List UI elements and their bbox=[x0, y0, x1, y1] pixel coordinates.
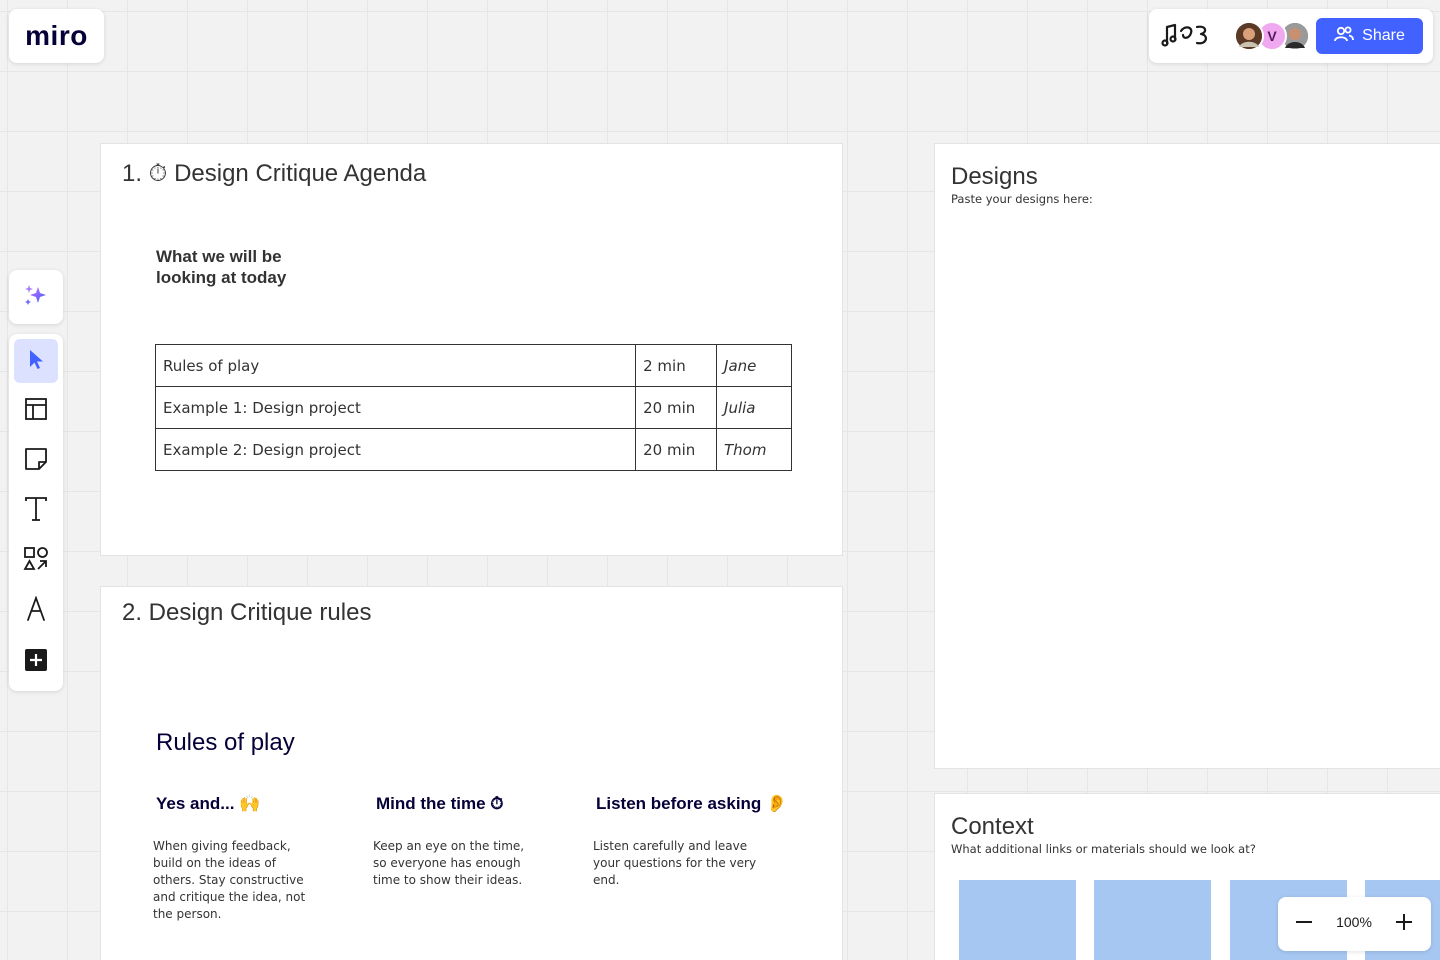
reactions-icon[interactable] bbox=[1161, 19, 1213, 56]
agenda-item: Example 1: Design project bbox=[154, 386, 637, 429]
pen-tool[interactable] bbox=[14, 589, 58, 633]
context-title: Context bbox=[951, 813, 1034, 840]
agenda-presenter: Jane bbox=[716, 344, 792, 387]
designs-title: Designs bbox=[951, 163, 1038, 190]
rule-title: Mind the time ⏱ bbox=[376, 794, 504, 813]
agenda-presenter: Thom bbox=[716, 428, 792, 471]
agenda-item: Rules of play bbox=[154, 344, 637, 387]
agenda-time: 2 min bbox=[635, 344, 718, 387]
shapes-tool[interactable] bbox=[14, 539, 58, 583]
sticky-note[interactable] bbox=[1094, 880, 1211, 960]
layout-icon bbox=[24, 397, 48, 426]
more-tools-button[interactable] bbox=[14, 640, 58, 684]
sticky-note-icon bbox=[24, 447, 48, 476]
miro-logo[interactable]: miro bbox=[9, 9, 104, 63]
agenda-subtitle-line1: What we will be bbox=[156, 247, 282, 266]
table-row[interactable]: Rules of play 2 min Jane bbox=[154, 344, 792, 387]
table-row[interactable]: Example 2: Design project 20 min Thom bbox=[154, 428, 792, 471]
zoom-controls: 100% bbox=[1278, 897, 1431, 951]
designs-frame[interactable] bbox=[934, 143, 1440, 769]
select-tool[interactable] bbox=[14, 339, 58, 383]
templates-tool[interactable] bbox=[14, 389, 58, 433]
share-label: Share bbox=[1362, 27, 1405, 44]
rules-title: 2. Design Critique rules bbox=[122, 599, 372, 626]
designs-subtitle: Paste your designs here: bbox=[951, 192, 1093, 206]
minus-icon bbox=[1295, 913, 1313, 936]
top-right-bar: V Share bbox=[1149, 9, 1433, 63]
context-subtitle: What additional links or materials shoul… bbox=[951, 842, 1256, 856]
share-button[interactable]: Share bbox=[1316, 18, 1423, 54]
users-icon bbox=[1334, 25, 1355, 48]
avatar-initial: V bbox=[1267, 28, 1277, 44]
zoom-in-button[interactable] bbox=[1390, 910, 1418, 938]
text-tool[interactable] bbox=[14, 489, 58, 533]
agenda-presenter: Julia bbox=[716, 386, 792, 429]
agenda-title: 1. ⏱ Design Critique Agenda bbox=[122, 160, 427, 187]
ai-assist-button[interactable] bbox=[9, 270, 63, 324]
zoom-level[interactable]: 100% bbox=[1328, 914, 1380, 930]
table-row[interactable]: Example 1: Design project 20 min Julia bbox=[154, 386, 792, 429]
rule-body: Keep an eye on the time, so everyone has… bbox=[373, 839, 525, 887]
rules-heading: Rules of play bbox=[156, 729, 295, 756]
plus-square-icon bbox=[24, 648, 48, 677]
rule-title: Yes and... 🙌 bbox=[156, 794, 261, 813]
avatar-1[interactable] bbox=[1234, 21, 1264, 51]
agenda-table[interactable]: Rules of play 2 min Jane Example 1: Desi… bbox=[154, 344, 792, 471]
agenda-subtitle: What we will be looking at today bbox=[156, 246, 286, 288]
sticky-note-tool[interactable] bbox=[14, 439, 58, 483]
logo-text: miro bbox=[25, 20, 88, 51]
left-toolbar bbox=[9, 334, 63, 691]
text-icon bbox=[24, 496, 48, 527]
pen-icon bbox=[25, 594, 47, 627]
rule-body: When giving feedback, build on the ideas… bbox=[153, 839, 306, 921]
agenda-subtitle-line2: looking at today bbox=[156, 268, 287, 287]
rule-body: Listen carefully and leave your question… bbox=[593, 839, 757, 887]
rule-title: Listen before asking 👂 bbox=[596, 794, 788, 813]
sparkle-icon bbox=[23, 282, 49, 313]
agenda-time: 20 min bbox=[635, 428, 718, 471]
agenda-item: Example 2: Design project bbox=[154, 428, 637, 471]
zoom-out-button[interactable] bbox=[1290, 910, 1318, 938]
agenda-time: 20 min bbox=[635, 386, 718, 429]
cursor-icon bbox=[26, 348, 46, 375]
plus-icon bbox=[1395, 913, 1413, 936]
shapes-icon bbox=[23, 546, 49, 577]
sticky-note[interactable] bbox=[959, 880, 1076, 960]
